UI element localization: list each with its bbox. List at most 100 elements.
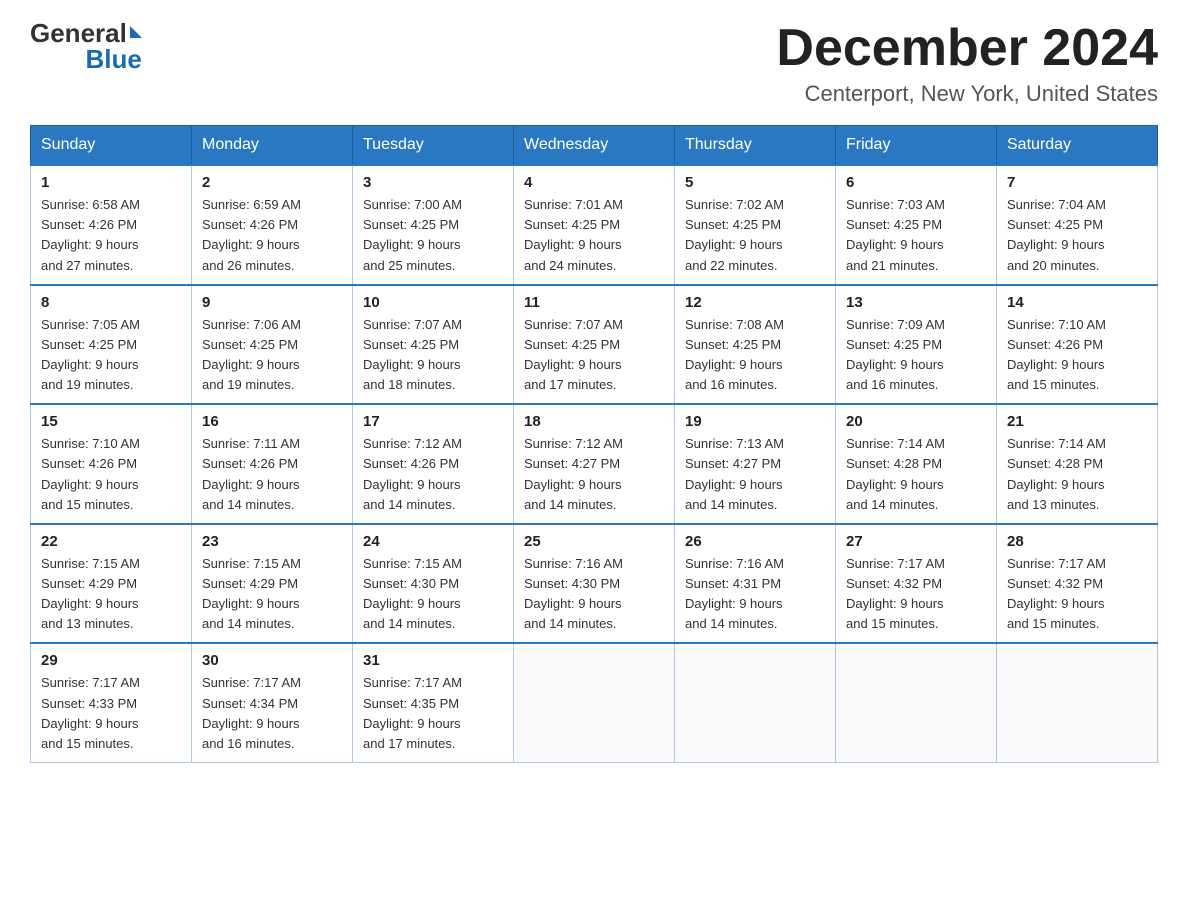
day-number: 16 xyxy=(202,413,342,430)
day-info: Sunrise: 7:14 AMSunset: 4:28 PMDaylight:… xyxy=(1007,434,1147,515)
day-info: Sunrise: 7:08 AMSunset: 4:25 PMDaylight:… xyxy=(685,315,825,396)
calendar-cell: 30 Sunrise: 7:17 AMSunset: 4:34 PMDaylig… xyxy=(192,643,353,762)
calendar-cell: 19 Sunrise: 7:13 AMSunset: 4:27 PMDaylig… xyxy=(675,404,836,524)
calendar-cell: 12 Sunrise: 7:08 AMSunset: 4:25 PMDaylig… xyxy=(675,285,836,405)
day-number: 24 xyxy=(363,533,503,550)
calendar-week-5: 29 Sunrise: 7:17 AMSunset: 4:33 PMDaylig… xyxy=(31,643,1158,762)
day-info: Sunrise: 7:17 AMSunset: 4:34 PMDaylight:… xyxy=(202,673,342,754)
day-number: 9 xyxy=(202,294,342,311)
day-number: 21 xyxy=(1007,413,1147,430)
day-info: Sunrise: 7:13 AMSunset: 4:27 PMDaylight:… xyxy=(685,434,825,515)
calendar-cell: 16 Sunrise: 7:11 AMSunset: 4:26 PMDaylig… xyxy=(192,404,353,524)
calendar-cell: 22 Sunrise: 7:15 AMSunset: 4:29 PMDaylig… xyxy=(31,524,192,644)
day-info: Sunrise: 7:10 AMSunset: 4:26 PMDaylight:… xyxy=(1007,315,1147,396)
day-number: 4 xyxy=(524,174,664,191)
day-number: 1 xyxy=(41,174,181,191)
title-area: December 2024 Centerport, New York, Unit… xyxy=(776,20,1158,107)
day-info: Sunrise: 7:17 AMSunset: 4:35 PMDaylight:… xyxy=(363,673,503,754)
calendar-cell: 8 Sunrise: 7:05 AMSunset: 4:25 PMDayligh… xyxy=(31,285,192,405)
day-info: Sunrise: 7:15 AMSunset: 4:29 PMDaylight:… xyxy=(41,554,181,635)
day-number: 23 xyxy=(202,533,342,550)
calendar-cell: 13 Sunrise: 7:09 AMSunset: 4:25 PMDaylig… xyxy=(836,285,997,405)
calendar-cell xyxy=(997,643,1158,762)
calendar-week-3: 15 Sunrise: 7:10 AMSunset: 4:26 PMDaylig… xyxy=(31,404,1158,524)
day-number: 26 xyxy=(685,533,825,550)
day-info: Sunrise: 7:11 AMSunset: 4:26 PMDaylight:… xyxy=(202,434,342,515)
calendar-cell: 26 Sunrise: 7:16 AMSunset: 4:31 PMDaylig… xyxy=(675,524,836,644)
day-number: 15 xyxy=(41,413,181,430)
day-number: 13 xyxy=(846,294,986,311)
day-number: 27 xyxy=(846,533,986,550)
day-number: 7 xyxy=(1007,174,1147,191)
day-number: 5 xyxy=(685,174,825,191)
calendar-cell: 29 Sunrise: 7:17 AMSunset: 4:33 PMDaylig… xyxy=(31,643,192,762)
day-number: 31 xyxy=(363,652,503,669)
calendar-cell: 7 Sunrise: 7:04 AMSunset: 4:25 PMDayligh… xyxy=(997,165,1158,285)
calendar-body: 1 Sunrise: 6:58 AMSunset: 4:26 PMDayligh… xyxy=(31,165,1158,762)
calendar-week-2: 8 Sunrise: 7:05 AMSunset: 4:25 PMDayligh… xyxy=(31,285,1158,405)
day-number: 11 xyxy=(524,294,664,311)
day-info: Sunrise: 7:01 AMSunset: 4:25 PMDaylight:… xyxy=(524,195,664,276)
day-number: 25 xyxy=(524,533,664,550)
day-info: Sunrise: 7:17 AMSunset: 4:32 PMDaylight:… xyxy=(846,554,986,635)
day-number: 20 xyxy=(846,413,986,430)
day-info: Sunrise: 7:06 AMSunset: 4:25 PMDaylight:… xyxy=(202,315,342,396)
day-info: Sunrise: 7:12 AMSunset: 4:26 PMDaylight:… xyxy=(363,434,503,515)
col-monday: Monday xyxy=(192,126,353,166)
day-info: Sunrise: 7:17 AMSunset: 4:33 PMDaylight:… xyxy=(41,673,181,754)
day-info: Sunrise: 7:10 AMSunset: 4:26 PMDaylight:… xyxy=(41,434,181,515)
day-number: 12 xyxy=(685,294,825,311)
day-info: Sunrise: 7:03 AMSunset: 4:25 PMDaylight:… xyxy=(846,195,986,276)
day-number: 30 xyxy=(202,652,342,669)
day-info: Sunrise: 7:12 AMSunset: 4:27 PMDaylight:… xyxy=(524,434,664,515)
col-sunday: Sunday xyxy=(31,126,192,166)
day-number: 18 xyxy=(524,413,664,430)
day-info: Sunrise: 7:17 AMSunset: 4:32 PMDaylight:… xyxy=(1007,554,1147,635)
calendar-cell: 3 Sunrise: 7:00 AMSunset: 4:25 PMDayligh… xyxy=(353,165,514,285)
calendar-cell: 2 Sunrise: 6:59 AMSunset: 4:26 PMDayligh… xyxy=(192,165,353,285)
calendar-cell: 4 Sunrise: 7:01 AMSunset: 4:25 PMDayligh… xyxy=(514,165,675,285)
calendar-cell: 27 Sunrise: 7:17 AMSunset: 4:32 PMDaylig… xyxy=(836,524,997,644)
calendar-table: Sunday Monday Tuesday Wednesday Thursday… xyxy=(30,125,1158,763)
calendar-cell: 25 Sunrise: 7:16 AMSunset: 4:30 PMDaylig… xyxy=(514,524,675,644)
day-number: 29 xyxy=(41,652,181,669)
day-number: 8 xyxy=(41,294,181,311)
day-number: 28 xyxy=(1007,533,1147,550)
col-saturday: Saturday xyxy=(997,126,1158,166)
logo: General Blue xyxy=(30,20,142,75)
day-info: Sunrise: 7:05 AMSunset: 4:25 PMDaylight:… xyxy=(41,315,181,396)
calendar-cell: 9 Sunrise: 7:06 AMSunset: 4:25 PMDayligh… xyxy=(192,285,353,405)
day-info: Sunrise: 7:15 AMSunset: 4:30 PMDaylight:… xyxy=(363,554,503,635)
calendar-cell: 6 Sunrise: 7:03 AMSunset: 4:25 PMDayligh… xyxy=(836,165,997,285)
day-number: 3 xyxy=(363,174,503,191)
col-friday: Friday xyxy=(836,126,997,166)
calendar-cell: 31 Sunrise: 7:17 AMSunset: 4:35 PMDaylig… xyxy=(353,643,514,762)
page-header: General Blue December 2024 Centerport, N… xyxy=(30,20,1158,107)
col-tuesday: Tuesday xyxy=(353,126,514,166)
day-number: 2 xyxy=(202,174,342,191)
calendar-cell: 18 Sunrise: 7:12 AMSunset: 4:27 PMDaylig… xyxy=(514,404,675,524)
day-info: Sunrise: 6:59 AMSunset: 4:26 PMDaylight:… xyxy=(202,195,342,276)
day-info: Sunrise: 7:07 AMSunset: 4:25 PMDaylight:… xyxy=(524,315,664,396)
col-thursday: Thursday xyxy=(675,126,836,166)
location-subtitle: Centerport, New York, United States xyxy=(776,81,1158,107)
day-info: Sunrise: 6:58 AMSunset: 4:26 PMDaylight:… xyxy=(41,195,181,276)
header-row: Sunday Monday Tuesday Wednesday Thursday… xyxy=(31,126,1158,166)
calendar-week-1: 1 Sunrise: 6:58 AMSunset: 4:26 PMDayligh… xyxy=(31,165,1158,285)
day-info: Sunrise: 7:07 AMSunset: 4:25 PMDaylight:… xyxy=(363,315,503,396)
calendar-week-4: 22 Sunrise: 7:15 AMSunset: 4:29 PMDaylig… xyxy=(31,524,1158,644)
day-info: Sunrise: 7:04 AMSunset: 4:25 PMDaylight:… xyxy=(1007,195,1147,276)
day-info: Sunrise: 7:00 AMSunset: 4:25 PMDaylight:… xyxy=(363,195,503,276)
day-info: Sunrise: 7:09 AMSunset: 4:25 PMDaylight:… xyxy=(846,315,986,396)
day-number: 22 xyxy=(41,533,181,550)
calendar-cell xyxy=(836,643,997,762)
calendar-cell: 24 Sunrise: 7:15 AMSunset: 4:30 PMDaylig… xyxy=(353,524,514,644)
calendar-cell: 28 Sunrise: 7:17 AMSunset: 4:32 PMDaylig… xyxy=(997,524,1158,644)
month-title: December 2024 xyxy=(776,20,1158,77)
calendar-cell: 5 Sunrise: 7:02 AMSunset: 4:25 PMDayligh… xyxy=(675,165,836,285)
day-number: 6 xyxy=(846,174,986,191)
calendar-cell: 20 Sunrise: 7:14 AMSunset: 4:28 PMDaylig… xyxy=(836,404,997,524)
col-wednesday: Wednesday xyxy=(514,126,675,166)
day-info: Sunrise: 7:16 AMSunset: 4:31 PMDaylight:… xyxy=(685,554,825,635)
day-info: Sunrise: 7:14 AMSunset: 4:28 PMDaylight:… xyxy=(846,434,986,515)
